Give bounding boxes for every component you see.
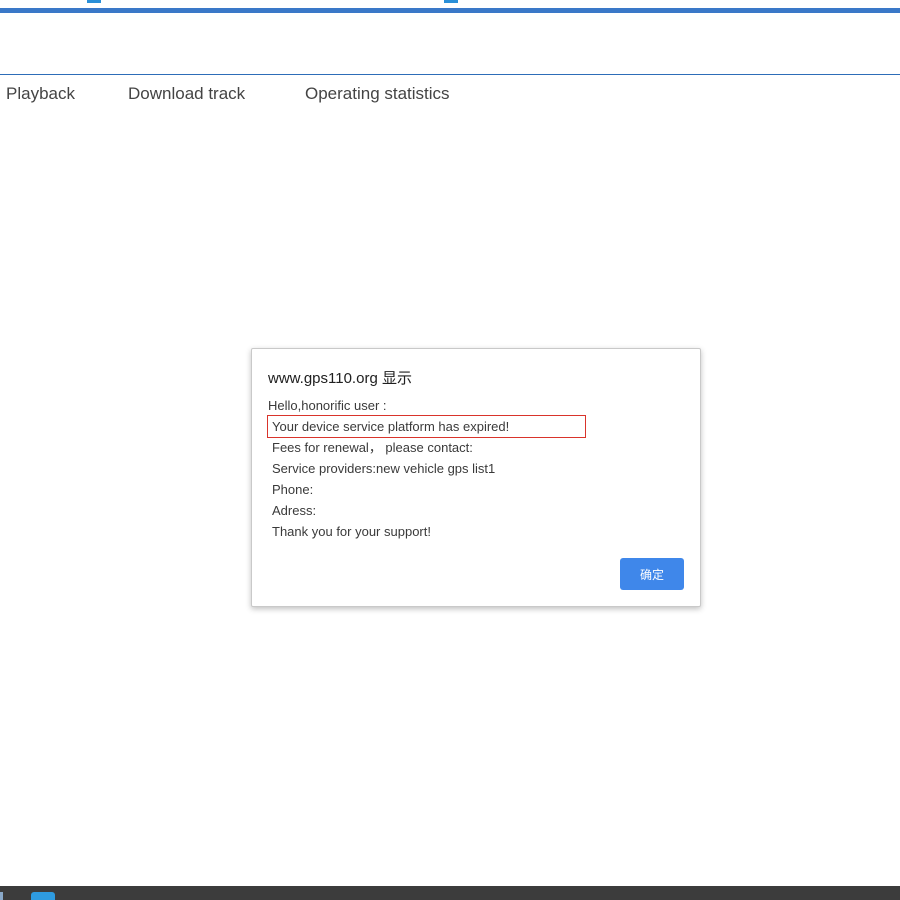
top-tab-edge-left [87, 0, 101, 3]
message-renewal: Fees for renewal， please contact: [272, 440, 473, 455]
nav-playback[interactable]: Playback [6, 84, 75, 104]
ok-button[interactable]: 确定 [620, 558, 684, 590]
taskbar-app-icon[interactable] [31, 892, 55, 900]
taskbar-edge-icon[interactable] [0, 892, 3, 900]
highlight-annotation [267, 415, 586, 438]
message-phone: Phone: [272, 482, 314, 497]
nav-download-track[interactable]: Download track [128, 84, 245, 104]
top-accent-line [0, 8, 900, 13]
alert-dialog: www.gps110.org 显示 Hello,honorific user :… [251, 348, 701, 607]
message-address: Adress: [272, 503, 317, 518]
dialog-title: www.gps110.org 显示 [268, 370, 412, 387]
message-provider: Service providers:new vehicle gps list1 [272, 461, 496, 476]
taskbar [0, 886, 900, 900]
message-thanks: Thank you for your support! [272, 524, 431, 539]
header-divider [0, 74, 900, 75]
header-area [0, 14, 900, 74]
nav-operating-statistics[interactable]: Operating statistics [305, 84, 450, 104]
top-banner [0, 0, 900, 14]
top-tab-edge-right [444, 0, 458, 3]
